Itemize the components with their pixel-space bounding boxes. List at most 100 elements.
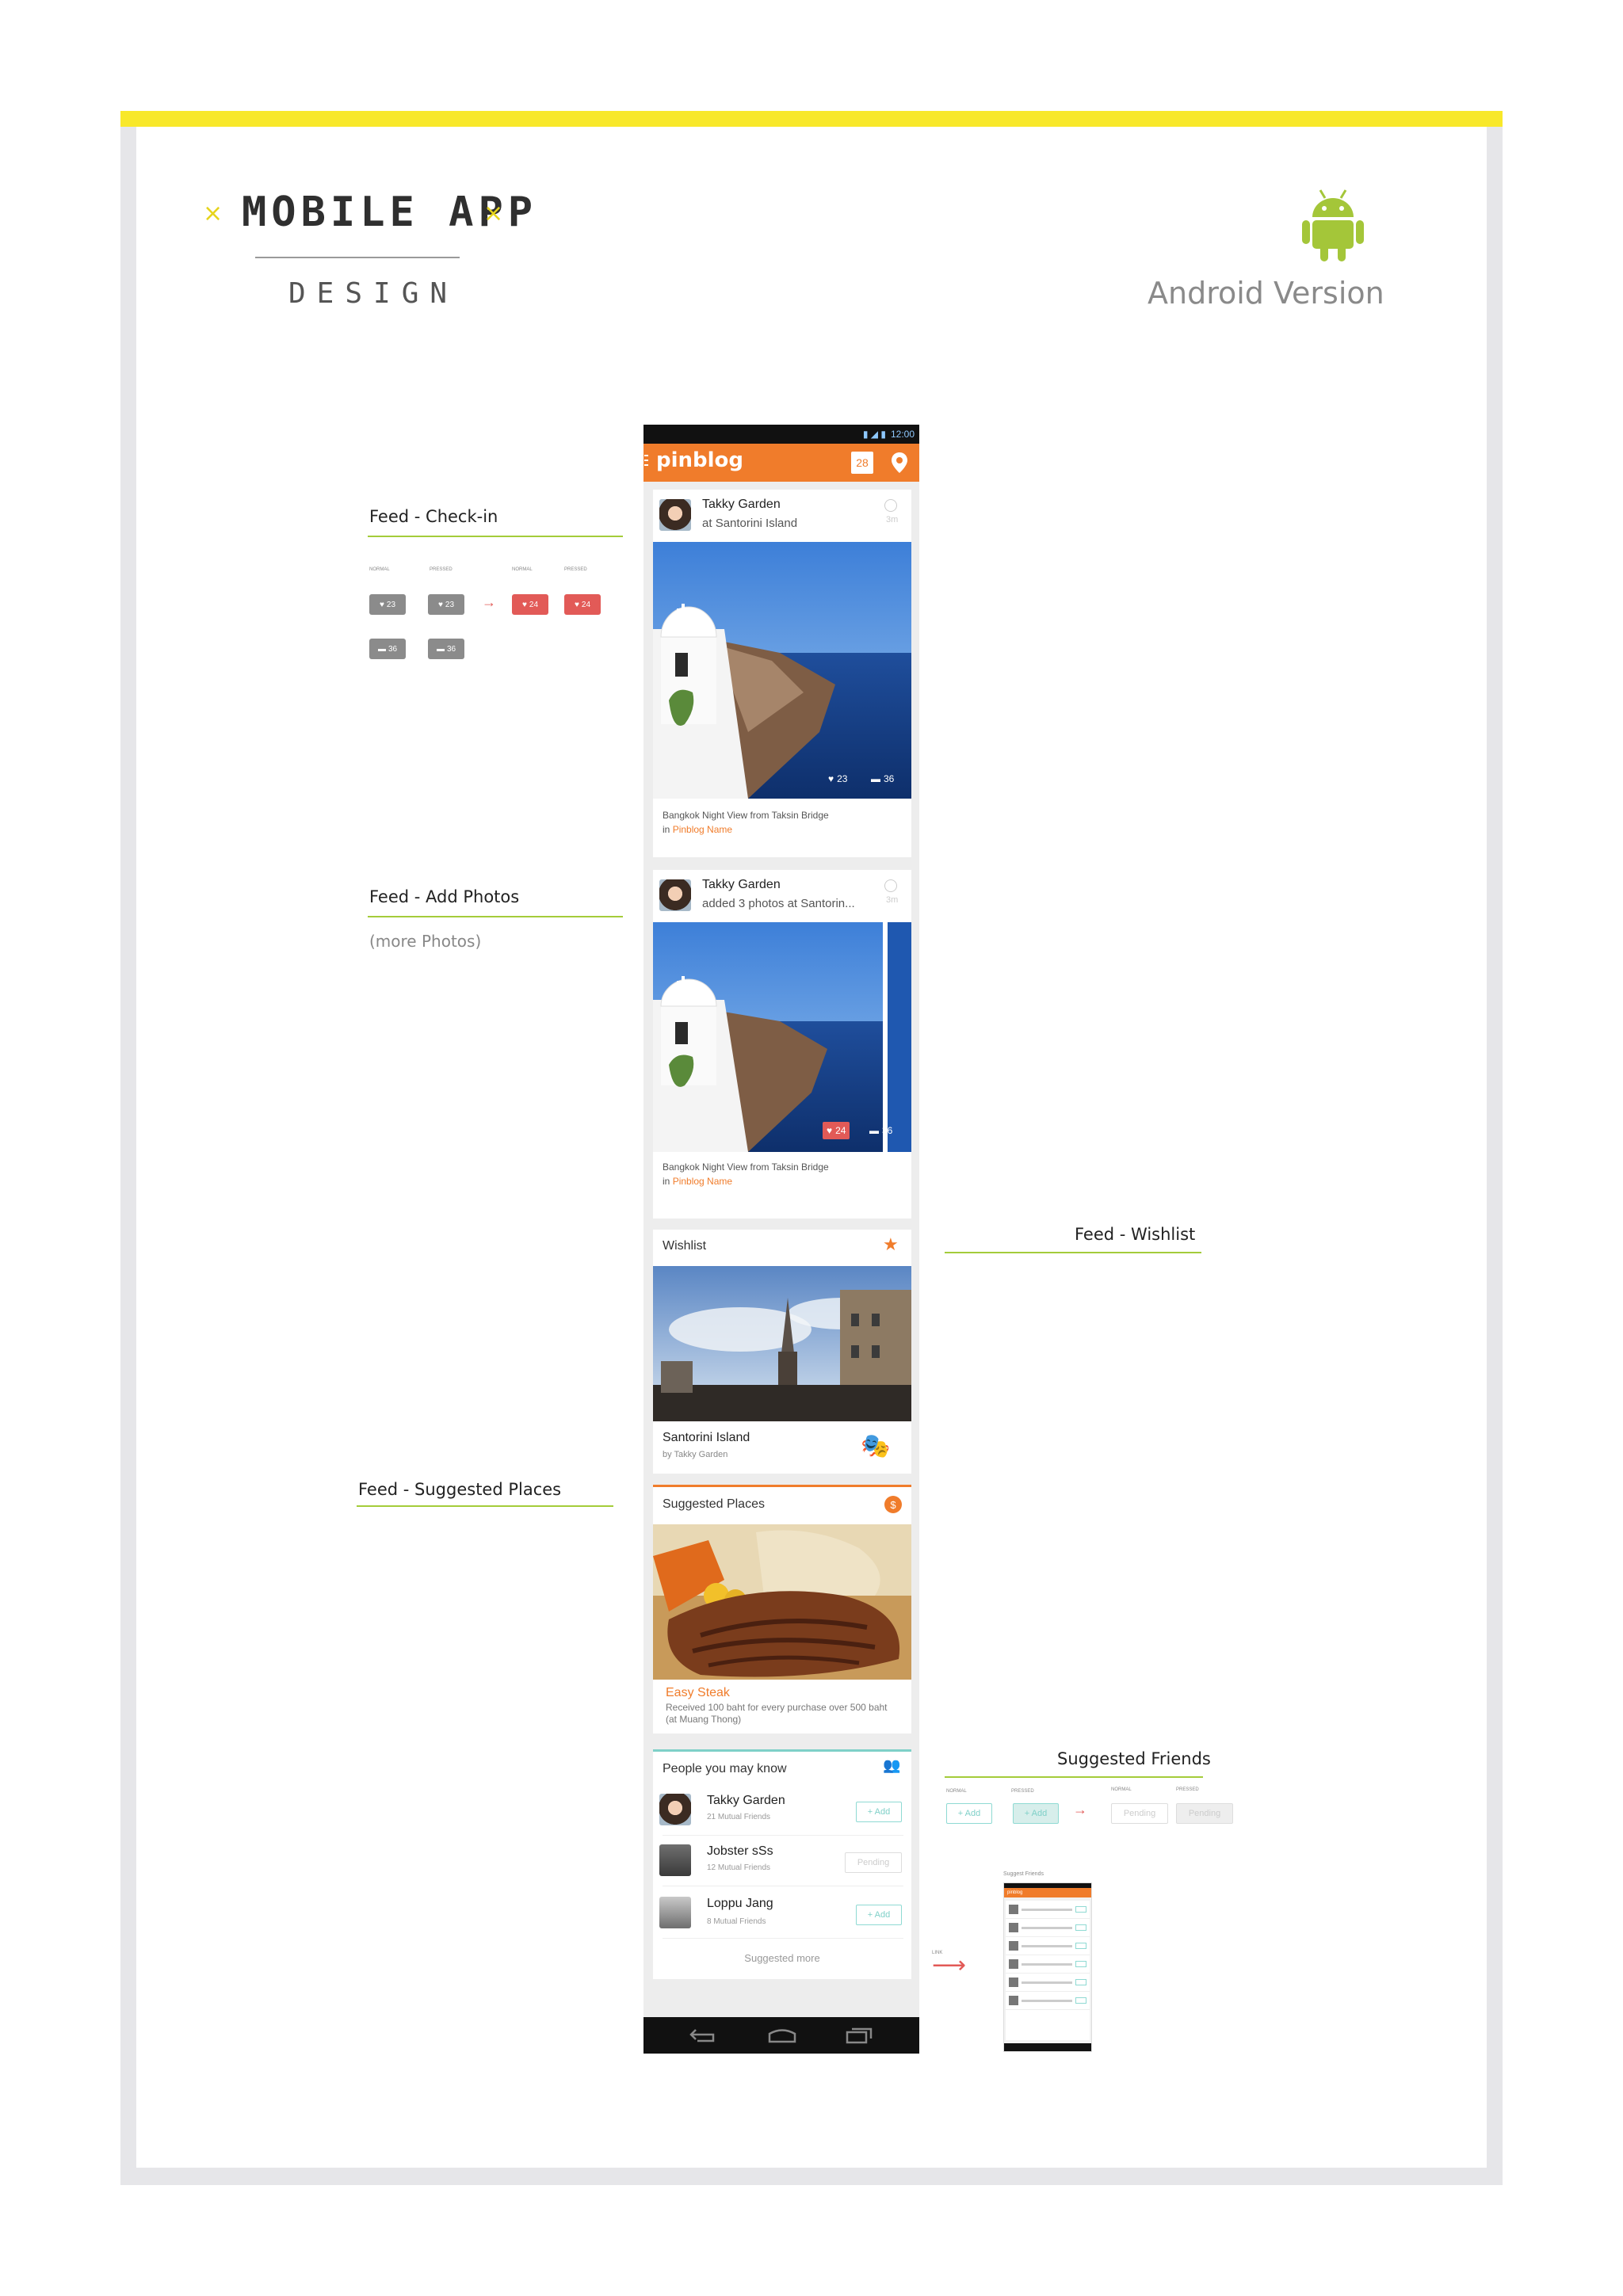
coupon-icon: $ — [884, 1496, 902, 1513]
like-indicator[interactable]: ♥ 23 — [824, 770, 851, 788]
location-pin-icon[interactable] — [891, 452, 908, 474]
title-divider — [255, 257, 460, 258]
title-right-x-icon: × — [483, 200, 504, 227]
blog-link[interactable]: Pinblog Name — [673, 1176, 732, 1187]
add-friend-button[interactable]: + Add — [856, 1905, 902, 1925]
comment-icon: ▬ — [377, 644, 386, 654]
comment-count: 36 — [388, 644, 398, 654]
star-icon[interactable]: ★ — [883, 1234, 899, 1255]
notification-badge[interactable]: 28 — [851, 452, 873, 474]
checkin-user-name[interactable]: Takky Garden — [702, 498, 781, 512]
photo-carousel[interactable] — [653, 922, 911, 1152]
state-caption: NORMAL — [1111, 1787, 1132, 1792]
people-title: People you may know — [663, 1762, 787, 1775]
pending-button[interactable]: Pending — [845, 1852, 902, 1873]
add-friend-button[interactable]: + Add — [856, 1802, 902, 1822]
wishlist-by: by Takky Garden — [663, 1450, 728, 1459]
comment-indicator[interactable]: ▬ 36 — [865, 1122, 896, 1139]
mini-phone-preview[interactable]: pinblog — [1003, 1882, 1092, 2052]
wishlist-photo[interactable] — [653, 1266, 911, 1421]
mutual-friends: 8 Mutual Friends — [707, 1917, 766, 1926]
state-caption: NORMAL — [946, 1789, 967, 1794]
avatar[interactable] — [659, 879, 691, 911]
add-button-pressed: + Add — [1013, 1803, 1059, 1824]
photos-place[interactable]: Santorin... — [800, 897, 854, 910]
state-caption: NORMAL — [369, 567, 390, 572]
status-time: 12:00 — [890, 429, 915, 440]
divider — [663, 1938, 903, 1939]
state-caption: PRESSED — [564, 567, 587, 572]
photos-user-name[interactable]: Takky Garden — [702, 878, 781, 892]
annotation-checkin-rule — [368, 536, 623, 537]
annotation-add-photos-note: (more Photos) — [369, 932, 482, 951]
clock-icon — [884, 499, 897, 512]
checkin-caption: Bangkok Night View from Taksin Bridge — [663, 810, 829, 821]
like-chip-liked-pressed: ♥ 24 — [564, 594, 601, 615]
mini-list — [1006, 1901, 1090, 2040]
recent-apps-icon[interactable] — [845, 2027, 873, 2044]
page-subtitle: DESIGN — [288, 277, 459, 310]
theater-masks-icon: 🎭 — [861, 1433, 891, 1459]
suggested-more-link[interactable]: Suggested more — [653, 1952, 911, 1964]
add-friend-icon: 👥 — [883, 1757, 901, 1773]
state-caption: PRESSED — [1176, 1787, 1199, 1792]
state-caption: PRESSED — [430, 567, 453, 572]
checkin-place[interactable]: Santorini Island — [716, 517, 797, 530]
menu-icon[interactable] — [644, 453, 649, 467]
board-top-stripe — [120, 111, 1503, 127]
annotation-suggested-friends-rule — [945, 1776, 1203, 1778]
avatar[interactable] — [659, 1897, 691, 1928]
like-chip-normal: ♥ 23 — [369, 594, 406, 615]
annotation-suggested-places-rule — [357, 1505, 613, 1507]
arrow-right-icon: → — [482, 594, 496, 610]
blog-link[interactable]: Pinblog Name — [673, 824, 732, 835]
mini-preview-title: Suggest Friends — [1003, 1871, 1044, 1877]
heart-icon: ♥ — [828, 773, 834, 784]
in-word: in — [663, 1176, 670, 1187]
avatar[interactable] — [659, 1794, 691, 1825]
back-icon[interactable] — [689, 2027, 716, 2044]
clock-icon — [884, 879, 897, 892]
arrow-right-icon: → — [1073, 1802, 1087, 1817]
person-name[interactable]: Takky Garden — [707, 1794, 785, 1808]
checkin-action: at — [702, 517, 712, 530]
android-icon — [1302, 189, 1364, 261]
like-indicator-liked[interactable]: ♥ 24 — [823, 1122, 850, 1139]
photos-time: 3m — [886, 895, 899, 905]
signal-icon: ▮ ◢ ▮ — [862, 429, 886, 440]
comment-count: 36 — [882, 1125, 893, 1136]
wishlist-place[interactable]: Santorini Island — [663, 1431, 750, 1445]
app-title: pinblog — [656, 448, 744, 472]
person-name[interactable]: Jobster sSs — [707, 1844, 773, 1859]
like-count: 23 — [445, 600, 455, 609]
steak-photo[interactable] — [653, 1524, 911, 1680]
title-left-x-icon: × — [203, 200, 223, 227]
status-bar: ▮ ◢ ▮ 12:00 — [643, 425, 919, 444]
santorini-photo[interactable] — [653, 542, 911, 799]
arrow-link-icon: ⟶ — [932, 1952, 967, 1978]
comment-icon: ▬ — [436, 644, 445, 654]
annotation-wishlist-rule — [945, 1252, 1201, 1253]
in-word: in — [663, 824, 670, 835]
checkin-time: 3m — [886, 515, 899, 524]
avatar[interactable] — [659, 1844, 691, 1876]
annotation-checkin-label: Feed - Check-in — [369, 507, 498, 526]
like-count: 23 — [386, 600, 396, 609]
photos-action: added 3 photos at — [702, 897, 798, 910]
heart-icon: ♥ — [379, 600, 384, 609]
heart-icon: ♥ — [574, 600, 579, 609]
pending-button-normal: Pending — [1111, 1803, 1168, 1824]
annotation-add-photos-rule — [368, 916, 623, 917]
suggested-place-name[interactable]: Easy Steak — [666, 1686, 730, 1700]
comment-indicator[interactable]: ▬ 36 — [867, 770, 898, 788]
avatar[interactable] — [659, 499, 691, 531]
heart-icon: ♥ — [827, 1125, 833, 1136]
pending-button-pressed: Pending — [1176, 1803, 1233, 1824]
wishlist-title: Wishlist — [663, 1239, 707, 1253]
mini-app-bar: pinblog — [1004, 1888, 1091, 1897]
like-chip-pressed: ♥ 23 — [428, 594, 464, 615]
person-name[interactable]: Loppu Jang — [707, 1897, 773, 1911]
home-icon[interactable] — [767, 2027, 797, 2044]
annotation-suggested-friends-label: Suggested Friends — [1057, 1749, 1211, 1768]
like-count: 24 — [581, 600, 591, 609]
